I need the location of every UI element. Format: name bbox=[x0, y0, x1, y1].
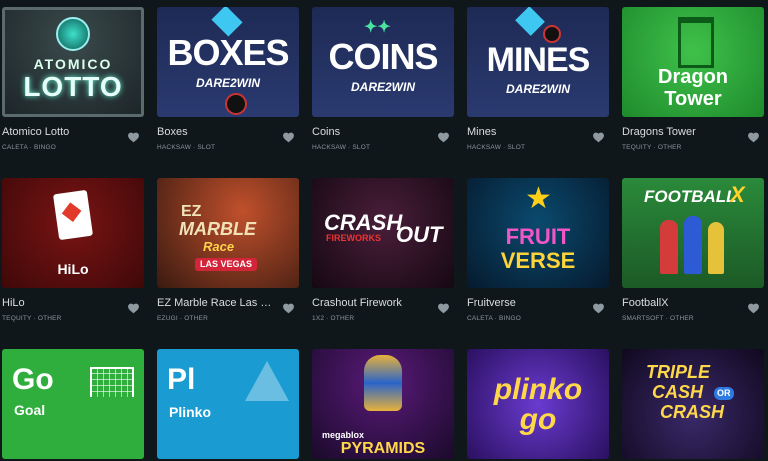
art-line: Race bbox=[203, 239, 235, 254]
game-title[interactable]: FootballX bbox=[622, 297, 740, 309]
game-thumbnail[interactable]: Dragon Tower bbox=[622, 7, 764, 117]
game-title[interactable]: Coins bbox=[312, 126, 430, 138]
game-provider: CALETA · BINGO bbox=[467, 315, 521, 322]
art-line: LAS VEGAS bbox=[195, 258, 258, 271]
pyramid-pegs-icon bbox=[245, 361, 289, 401]
art-line: Pl bbox=[167, 363, 196, 396]
game-provider: TEQUITY · OTHER bbox=[2, 315, 62, 322]
art-line: MINES bbox=[486, 41, 591, 79]
art-line: ATOMICO bbox=[33, 56, 113, 72]
game-thumbnail[interactable]: HiLo bbox=[2, 178, 144, 288]
art-line: Go bbox=[12, 363, 54, 396]
heart-icon[interactable] bbox=[747, 131, 760, 144]
game-provider: SMARTSOFT · OTHER bbox=[622, 315, 694, 322]
heart-icon[interactable] bbox=[592, 302, 605, 315]
game-thumbnail[interactable]: ✦✦ COINS DARE2WIN bbox=[312, 7, 454, 117]
game-provider: HACKSAW · SLOT bbox=[157, 144, 216, 151]
art-line: DARE2WIN bbox=[195, 76, 260, 90]
art-line: DARE2WIN bbox=[350, 80, 415, 94]
game-title[interactable]: Crashout Firework bbox=[312, 297, 430, 309]
star-icon: ★ bbox=[525, 182, 552, 215]
game-title[interactable]: HiLo bbox=[2, 297, 120, 309]
art-line: COINS bbox=[328, 36, 438, 77]
art-line: MARBLE bbox=[179, 219, 256, 239]
heart-icon[interactable] bbox=[437, 302, 450, 315]
art-line: CRASH bbox=[660, 402, 725, 422]
game-provider: EZUGI · OTHER bbox=[157, 315, 208, 322]
heart-icon[interactable] bbox=[437, 131, 450, 144]
art-line: Goal bbox=[14, 402, 46, 418]
game-title[interactable]: Dragons Tower bbox=[622, 126, 740, 138]
art-line: BOXES bbox=[167, 32, 289, 73]
art-line: CRASH bbox=[324, 210, 403, 235]
art-line: CASH bbox=[652, 382, 704, 402]
art-line: HiLo bbox=[57, 261, 89, 277]
art-line: TRIPLE bbox=[646, 362, 711, 382]
diamond-icon bbox=[515, 7, 545, 36]
game-title[interactable]: Boxes bbox=[157, 126, 275, 138]
art-line: go bbox=[519, 403, 557, 436]
game-title[interactable]: Atomico Lotto bbox=[2, 126, 120, 138]
game-provider: HACKSAW · SLOT bbox=[467, 144, 526, 151]
game-thumbnail[interactable]: plinko go bbox=[467, 349, 609, 459]
heart-icon[interactable] bbox=[127, 302, 140, 315]
game-title[interactable]: Mines bbox=[467, 126, 585, 138]
art-line: EZ bbox=[181, 203, 202, 220]
art-line: plinko bbox=[493, 373, 583, 406]
game-thumbnail[interactable]: ATOMICO LOTTO bbox=[2, 7, 144, 117]
player-icon bbox=[660, 220, 678, 274]
game-thumbnail[interactable]: ★ FRUIT VERSE bbox=[467, 178, 609, 288]
art-line: PYRAMIDS bbox=[340, 440, 426, 457]
art-line: megablox bbox=[322, 430, 365, 440]
game-thumbnail[interactable]: FOOTBALL X bbox=[622, 178, 764, 288]
heart-icon[interactable] bbox=[747, 302, 760, 315]
art-line: Dragon bbox=[658, 66, 728, 88]
game-title[interactable]: EZ Marble Race Las Vegas bbox=[157, 297, 275, 309]
art-line: VERSE bbox=[500, 248, 576, 273]
art-line: LOTTO bbox=[23, 71, 123, 102]
bomb-icon bbox=[225, 93, 247, 115]
art-line: FIREWORKS bbox=[326, 233, 381, 243]
coin-glyph-icon: ✦✦ bbox=[364, 19, 391, 36]
goal-net-icon bbox=[90, 367, 134, 397]
art-line: Tower bbox=[664, 88, 722, 110]
player-icon bbox=[708, 222, 724, 274]
game-provider: TEQUITY · OTHER bbox=[622, 144, 682, 151]
game-provider: 1X2 · OTHER bbox=[312, 315, 355, 322]
atom-icon bbox=[56, 17, 90, 51]
heart-icon[interactable] bbox=[282, 131, 295, 144]
game-thumbnail[interactable]: Go Goal bbox=[2, 349, 144, 459]
pharaoh-icon bbox=[364, 355, 402, 411]
game-thumbnail[interactable]: BOXES DARE2WIN bbox=[157, 7, 299, 117]
game-thumbnail[interactable]: Pl Plinko bbox=[157, 349, 299, 459]
art-line: Plinko bbox=[169, 404, 212, 420]
art-line: DARE2WIN bbox=[505, 82, 570, 96]
heart-icon[interactable] bbox=[127, 131, 140, 144]
game-thumbnail[interactable]: MINES DARE2WIN bbox=[467, 7, 609, 117]
art-line: OUT bbox=[396, 222, 443, 247]
game-provider: CALETA · BINGO bbox=[2, 144, 56, 151]
art-line: X bbox=[730, 182, 745, 207]
game-thumbnail[interactable]: EZ MARBLE Race LAS VEGAS bbox=[157, 178, 299, 288]
game-thumbnail[interactable]: megablox PYRAMIDS bbox=[312, 349, 454, 459]
game-thumbnail[interactable]: TRIPLE CASH OR CRASH bbox=[622, 349, 764, 459]
art-line: FOOTBALL bbox=[644, 187, 737, 206]
art-line: OR bbox=[714, 387, 734, 400]
heart-icon[interactable] bbox=[592, 131, 605, 144]
player-icon bbox=[684, 216, 702, 274]
tower-icon bbox=[678, 17, 714, 68]
game-provider: HACKSAW · SLOT bbox=[312, 144, 371, 151]
art-line: FRUIT bbox=[505, 224, 571, 249]
card-icon bbox=[52, 189, 94, 241]
game-title[interactable]: Fruitverse bbox=[467, 297, 585, 309]
heart-icon[interactable] bbox=[282, 302, 295, 315]
game-thumbnail[interactable]: CRASH OUT FIREWORKS bbox=[312, 178, 454, 288]
